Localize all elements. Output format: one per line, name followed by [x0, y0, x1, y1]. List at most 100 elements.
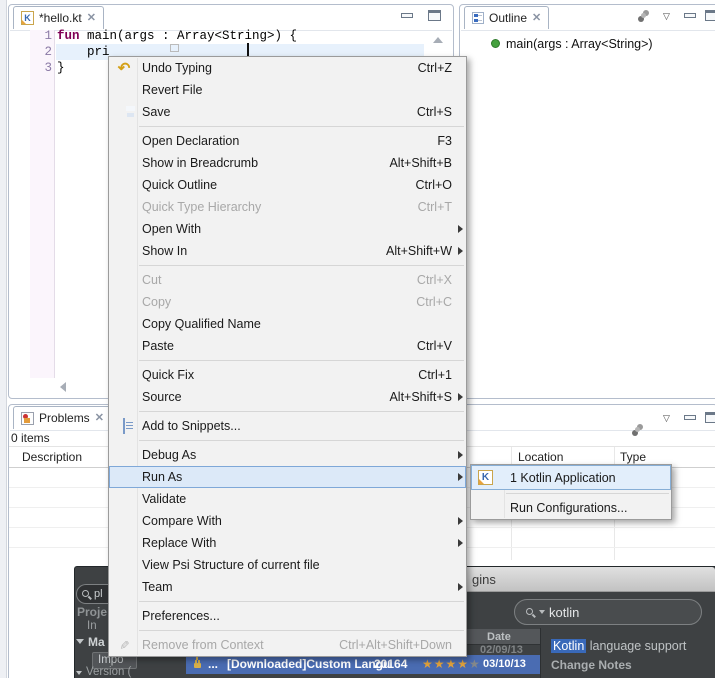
menu-item-show-in[interactable]: Show In Alt+Shift+W	[109, 240, 466, 262]
close-icon[interactable]: ✕	[95, 413, 104, 424]
outline-tab[interactable]: Outline ✕	[464, 6, 549, 29]
menu-item-shortcut: F3	[437, 134, 452, 148]
star-icon: ★★★★	[422, 657, 469, 671]
scroll-up-icon[interactable]	[433, 37, 443, 43]
tree-item-in[interactable]: In	[87, 620, 97, 632]
column-header-location[interactable]: Location	[518, 450, 563, 464]
panel-divider	[540, 628, 541, 678]
menu-item-source[interactable]: Source Alt+Shift+S	[109, 386, 466, 408]
star-icon: ★	[469, 657, 481, 671]
submenu-arrow-icon	[458, 473, 463, 481]
menu-item-label: Debug As	[142, 448, 196, 462]
menu-item-shortcut: Alt+Shift+W	[386, 244, 452, 258]
code-line-3[interactable]: }	[57, 60, 65, 76]
date-column-header[interactable]: Date	[487, 631, 511, 643]
tree-item-ma[interactable]: Ma	[88, 635, 105, 649]
plugin-row-downloads: 20164	[374, 657, 407, 671]
menu-item-remove-from-context[interactable]: ✎ Remove from Context Ctrl+Alt+Shift+Dow…	[109, 634, 466, 656]
menu-item-team[interactable]: Team	[109, 576, 466, 598]
editor-tab-hello-kt[interactable]: K *hello.kt ✕	[13, 6, 104, 29]
menu-item-open-with[interactable]: Open With	[109, 218, 466, 240]
column-header-type[interactable]: Type	[620, 450, 646, 464]
menu-item-open-declaration[interactable]: Open Declaration F3	[109, 130, 466, 152]
menu-item-undo-typing[interactable]: ↶ Undo Typing Ctrl+Z	[109, 57, 466, 79]
menu-item-debug-as[interactable]: Debug As	[109, 444, 466, 466]
menu-item-cut[interactable]: Cut Ctrl+X	[109, 269, 466, 291]
minimize-icon[interactable]	[401, 13, 413, 18]
plugin-row-selected[interactable]: ... [Downloaded]Custom Langu 20164 ★★★★★…	[186, 655, 540, 674]
menu-item-label: Copy	[142, 295, 171, 309]
menu-item-quick-fix[interactable]: Quick Fix Ctrl+1	[109, 364, 466, 386]
code-text: }	[57, 61, 65, 75]
occurrence-marker	[170, 44, 179, 52]
submenu-arrow-icon	[458, 583, 463, 591]
plugin-search-field[interactable]: kotlin	[514, 599, 702, 625]
menu-item-run-as[interactable]: Run As	[109, 466, 466, 488]
maximize-icon[interactable]	[705, 412, 715, 423]
editor-tab-title: *hello.kt	[39, 11, 82, 25]
remove-context-icon: ✎	[117, 635, 131, 655]
code-line-2[interactable]: pri	[57, 44, 110, 60]
menu-item-label: Cut	[142, 273, 161, 287]
minimize-icon[interactable]	[684, 415, 696, 420]
outline-item-main[interactable]: main(args : Array<String>)	[506, 37, 653, 51]
column-header-description[interactable]: Description	[22, 450, 82, 464]
menu-item-label: Copy Qualified Name	[142, 317, 261, 331]
line-number: 2	[30, 44, 52, 60]
menu-item-show-in-breadcrumb[interactable]: Show in Breadcrumb Alt+Shift+B	[109, 152, 466, 174]
tree-item-version[interactable]: Version (	[86, 666, 131, 678]
line-number: 1	[30, 28, 52, 44]
code-text: main(args : Array<String>) {	[80, 29, 298, 43]
menu-item-add-to-snippets[interactable]: Add to Snippets...	[109, 415, 466, 437]
menu-separator	[109, 437, 466, 444]
collapse-triangle-icon[interactable]	[76, 639, 84, 644]
search-options-icon[interactable]	[539, 610, 545, 614]
view-menu-icon[interactable]: ▽	[663, 414, 670, 423]
menu-separator	[109, 357, 466, 364]
left-search-field[interactable]: pl	[76, 584, 109, 604]
menu-item-label: Open Declaration	[142, 134, 239, 148]
focus-icon[interactable]	[631, 424, 644, 436]
menu-item-shortcut: Ctrl+Z	[418, 61, 452, 75]
collapse-triangle-icon[interactable]	[76, 671, 82, 675]
menu-item-label: Quick Type Hierarchy	[142, 200, 261, 214]
scroll-left-icon[interactable]	[60, 382, 66, 392]
menu-item-label: Quick Fix	[142, 368, 194, 382]
line-number-gutter	[30, 30, 55, 378]
problems-view-icon	[21, 412, 34, 425]
rating-stars: ★★★★★	[422, 657, 481, 671]
submenu-item-run-configurations[interactable]: Run Configurations...	[471, 496, 671, 519]
menu-item-replace-with[interactable]: Replace With	[109, 532, 466, 554]
menu-item-label: Validate	[142, 492, 186, 506]
outline-tab-title: Outline	[489, 11, 527, 25]
focus-icon[interactable]	[637, 10, 650, 22]
menu-item-label: Save	[142, 105, 171, 119]
view-menu-icon[interactable]: ▽	[663, 12, 670, 21]
run-as-submenu: K 1 Kotlin Application Run Configuration…	[470, 464, 672, 520]
submenu-arrow-icon	[458, 517, 463, 525]
menu-item-copy[interactable]: Copy Ctrl+C	[109, 291, 466, 313]
search-highlight: Kotlin	[551, 639, 586, 653]
menu-item-validate[interactable]: Validate	[109, 488, 466, 510]
menu-item-preferences[interactable]: Preferences...	[109, 605, 466, 627]
menu-item-quick-outline[interactable]: Quick Outline Ctrl+O	[109, 174, 466, 196]
menu-item-revert-file[interactable]: Revert File	[109, 79, 466, 101]
submenu-arrow-icon	[458, 247, 463, 255]
code-line-1[interactable]: fun main(args : Array<String>) {	[57, 28, 297, 44]
close-icon[interactable]: ✕	[87, 13, 96, 24]
menu-item-save[interactable]: Save Ctrl+S	[109, 101, 466, 123]
minimize-icon[interactable]	[684, 13, 696, 18]
tree-item-project[interactable]: Proje	[77, 605, 107, 619]
menu-item-quick-type-hierarchy[interactable]: Quick Type Hierarchy Ctrl+T	[109, 196, 466, 218]
menu-item-label: Open With	[142, 222, 201, 236]
menu-item-paste[interactable]: Paste Ctrl+V	[109, 335, 466, 357]
submenu-item-kotlin-application[interactable]: K 1 Kotlin Application	[471, 465, 671, 490]
close-icon[interactable]: ✕	[532, 13, 541, 24]
maximize-icon[interactable]	[428, 10, 441, 21]
problems-tab[interactable]: Problems ✕	[13, 406, 112, 429]
menu-item-label: Team	[142, 580, 173, 594]
menu-item-copy-qualified-name[interactable]: Copy Qualified Name	[109, 313, 466, 335]
maximize-icon[interactable]	[705, 10, 715, 21]
menu-item-compare-with[interactable]: Compare With	[109, 510, 466, 532]
menu-item-view-psi-structure[interactable]: View Psi Structure of current file	[109, 554, 466, 576]
